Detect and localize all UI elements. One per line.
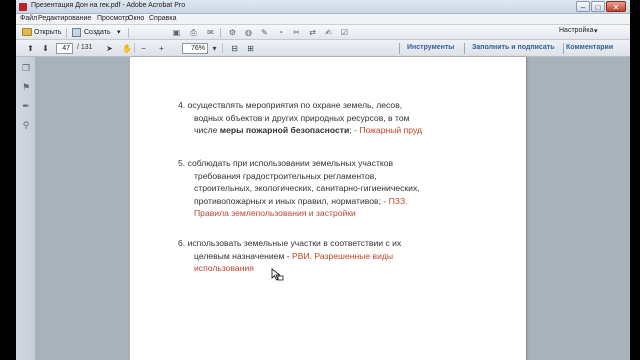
item-text-line: целевым назначением - bbox=[194, 250, 292, 261]
item-text-line: противопожарных и иных правил, нормативо… bbox=[194, 195, 384, 206]
highlight-pen-icon[interactable]: ✎ bbox=[260, 28, 269, 37]
tab-fill-sign[interactable]: Заполнить и подписать bbox=[472, 44, 555, 51]
letterbox-left bbox=[0, 0, 16, 360]
navigation-toolbar: ⬆ ⬇ 47 / 131 ➤ ✋ − + 76% ▾ ⊟ ⊞ Инструмен… bbox=[16, 40, 630, 57]
print-icon[interactable]: ⎙ bbox=[189, 28, 198, 37]
menu-help[interactable]: Справка bbox=[149, 15, 176, 22]
pzz-annotation-detail: Правила землепользования и застройки bbox=[194, 208, 356, 218]
tab-tools[interactable]: Инструменты bbox=[407, 44, 454, 51]
minimize-button[interactable]: – bbox=[576, 1, 590, 12]
create-button[interactable]: Создать bbox=[84, 27, 111, 38]
create-dropdown-arrow[interactable]: ▾ bbox=[117, 27, 121, 38]
navigation-pane: ❐ ⚑ ✒ ⚲ bbox=[16, 57, 36, 360]
item-text-prefix: числе bbox=[194, 125, 218, 135]
menu-bar: Файл Редактирование Просмотр Окно Справк… bbox=[16, 14, 630, 25]
fire-pond-annotation: - Пожарный пруд bbox=[354, 125, 422, 135]
title-bar: Презентация Дон на гек.pdf - Adobe Acrob… bbox=[16, 0, 630, 14]
toolbar-divider bbox=[134, 43, 135, 53]
item-text-line: использовать земельные участки в соответ… bbox=[187, 238, 402, 248]
page-thumbnails-icon[interactable]: ❐ bbox=[21, 63, 31, 73]
item-text-line: водных объектов и других природных ресур… bbox=[194, 112, 410, 123]
tab-divider bbox=[563, 43, 564, 54]
list-item-6: 6. использовать земельные участки в соот… bbox=[178, 237, 401, 275]
zoom-in-icon[interactable]: + bbox=[157, 44, 166, 53]
rvi-annotation-detail: использования bbox=[194, 263, 254, 273]
pdf-page: 4. осуществлять мероприятия по охране зе… bbox=[130, 57, 526, 360]
fit-page-icon[interactable]: ⊟ bbox=[230, 44, 239, 53]
menu-view[interactable]: Просмотр bbox=[97, 15, 129, 22]
item-text-line: требования градостроительных регламентов… bbox=[194, 170, 377, 181]
main-toolbar: Открыть Создать ▾ ▣ ⎙ ✉ ⚙ ◍ ✎ ◔ ✂ ⇄ ✍ ☑ … bbox=[16, 25, 630, 40]
close-button[interactable]: ✕ bbox=[606, 1, 626, 12]
zoom-dropdown-arrow[interactable]: ▾ bbox=[210, 44, 219, 53]
acrobat-app-icon bbox=[19, 3, 27, 11]
share-icon[interactable]: ⇄ bbox=[308, 28, 317, 37]
bookmarks-icon[interactable]: ⚑ bbox=[21, 82, 31, 92]
toolbar-divider bbox=[220, 28, 221, 38]
hand-tool-icon[interactable]: ✋ bbox=[122, 44, 132, 53]
page-total: / 131 bbox=[77, 44, 93, 51]
tab-divider bbox=[464, 43, 465, 54]
page-number-input[interactable]: 47 bbox=[56, 43, 73, 54]
menu-edit[interactable]: Редактирование bbox=[38, 15, 91, 22]
customize-dropdown-arrow[interactable]: ▾ bbox=[594, 27, 598, 35]
review-icon[interactable]: ☑ bbox=[340, 28, 349, 37]
item-number: 6. bbox=[178, 238, 186, 248]
email-icon[interactable]: ✉ bbox=[206, 28, 215, 37]
select-cursor-icon[interactable]: ➤ bbox=[105, 44, 114, 53]
menu-window[interactable]: Окно bbox=[128, 15, 144, 22]
attachments-icon[interactable]: ⚲ bbox=[21, 120, 31, 130]
mouse-cursor-icon bbox=[271, 268, 285, 282]
rvi-annotation: РВИ. Разрешенные виды bbox=[291, 250, 394, 261]
create-pdf-icon[interactable] bbox=[72, 28, 81, 37]
stamp-icon[interactable]: ◔ bbox=[276, 28, 285, 37]
item-number: 5. bbox=[178, 158, 186, 168]
list-item-4: 4. осуществлять мероприятия по охране зе… bbox=[178, 99, 422, 137]
tab-divider bbox=[399, 43, 400, 54]
open-button[interactable]: Открыть bbox=[34, 27, 62, 38]
zoom-out-icon[interactable]: − bbox=[139, 44, 148, 53]
customize-label[interactable]: Настройка bbox=[559, 27, 593, 34]
fit-width-icon[interactable]: ⊞ bbox=[246, 44, 255, 53]
previous-page-icon[interactable]: ⬆ bbox=[26, 44, 35, 53]
folder-icon[interactable] bbox=[22, 28, 32, 36]
comment-bubble-icon[interactable]: ◍ bbox=[244, 28, 253, 37]
document-area[interactable]: 4. осуществлять мероприятия по охране зе… bbox=[36, 57, 630, 360]
item-text-line: строительных, экологических, санитарно-г… bbox=[194, 183, 420, 193]
save-icon[interactable]: ▣ bbox=[172, 28, 181, 37]
window-title: Презентация Дон на гек.pdf - Adobe Acrob… bbox=[31, 2, 186, 9]
sign-icon[interactable]: ✍ bbox=[324, 28, 333, 37]
settings-gear-icon[interactable]: ⚙ bbox=[228, 28, 237, 37]
zoom-input[interactable]: 76% bbox=[182, 43, 208, 54]
pzz-annotation: - ПЗЗ. bbox=[383, 195, 408, 206]
item-number: 4. bbox=[178, 100, 186, 110]
maximize-button[interactable]: □ bbox=[591, 1, 605, 12]
tab-comments[interactable]: Комментарии bbox=[566, 44, 613, 51]
item-text-line: осуществлять мероприятия по охране земел… bbox=[187, 100, 403, 110]
acrobat-window: Презентация Дон на гек.pdf - Adobe Acrob… bbox=[16, 0, 630, 360]
fire-safety-emphasis: меры пожарной безопасности bbox=[219, 125, 350, 135]
toolbar-divider bbox=[222, 43, 223, 53]
next-page-icon[interactable]: ⬇ bbox=[41, 44, 50, 53]
signatures-icon[interactable]: ✒ bbox=[21, 101, 31, 111]
letterbox-right bbox=[630, 0, 640, 360]
toolbar-divider bbox=[128, 28, 129, 38]
item-text-line: соблюдать при использовании земельных уч… bbox=[187, 158, 394, 168]
tools-icon[interactable]: ✂ bbox=[292, 28, 301, 37]
toolbar-divider bbox=[66, 28, 67, 38]
list-item-5: 5. соблюдать при использовании земельных… bbox=[178, 157, 420, 220]
menu-file[interactable]: Файл bbox=[20, 15, 37, 22]
